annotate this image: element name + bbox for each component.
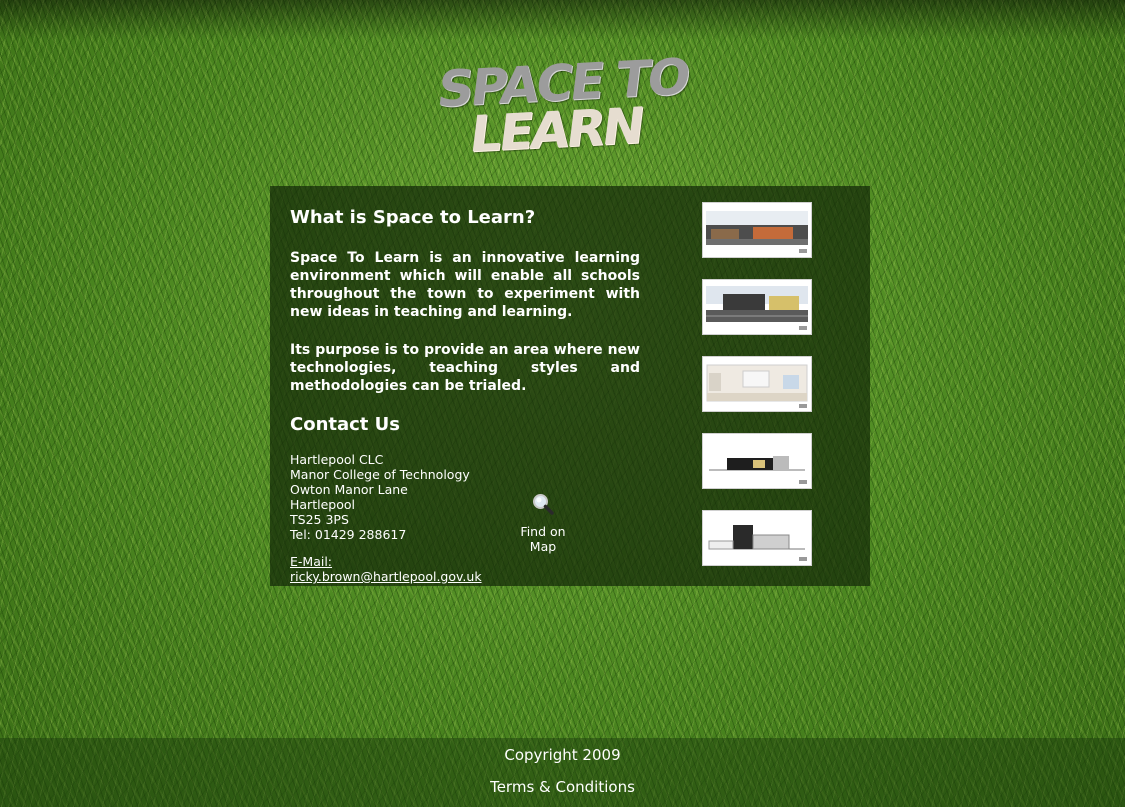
address-line: Owton Manor Lane <box>290 482 408 497</box>
address-line: Hartlepool CLC <box>290 452 384 467</box>
address-line: Hartlepool <box>290 497 355 512</box>
about-paragraph-2: Its purpose is to provide an area where … <box>290 342 640 394</box>
about-heading: What is Space to Learn? <box>290 207 536 228</box>
about-paragraph-1: Space To Learn is an innovative learning… <box>290 250 640 320</box>
site-logo[interactable]: SPACE TO LEARN <box>428 44 694 167</box>
thumbnail-exterior-1[interactable] <box>702 202 812 258</box>
top-shade <box>0 0 1125 40</box>
contact-address: Hartlepool CLC Manor College of Technolo… <box>290 452 470 542</box>
find-on-map-label: Find on Map <box>520 524 566 554</box>
thumbnail-interior[interactable] <box>702 356 812 412</box>
magnifier-icon <box>533 494 554 515</box>
contact-heading: Contact Us <box>290 414 401 435</box>
terms-conditions-link[interactable]: Terms & Conditions <box>490 778 635 796</box>
copyright-text: Copyright 2009 <box>504 746 621 764</box>
content-panel: What is Space to Learn? Space To Learn i… <box>270 186 870 586</box>
building-exterior-photo <box>703 280 811 334</box>
building-exterior-photo <box>703 203 811 257</box>
email-link[interactable]: ricky.brown@hartlepool.gov.uk <box>290 569 482 584</box>
building-interior-render <box>703 357 811 411</box>
telephone: Tel: 01429 288617 <box>290 527 407 542</box>
thumbnail-elevation-2[interactable] <box>702 510 812 566</box>
find-on-map-link[interactable]: Find on Map <box>506 492 580 554</box>
logo-text-line2: LEARN <box>466 96 646 164</box>
thumbnail-exterior-2[interactable] <box>702 279 812 335</box>
address-line: TS25 3PS <box>290 512 349 527</box>
address-line: Manor College of Technology <box>290 467 470 482</box>
elevation-drawing <box>703 434 811 488</box>
thumbnail-elevation-1[interactable] <box>702 433 812 489</box>
elevation-drawing <box>703 511 811 565</box>
footer-terms: Terms & Conditions <box>0 778 1125 796</box>
email-label-link[interactable]: E-Mail: <box>290 554 332 569</box>
